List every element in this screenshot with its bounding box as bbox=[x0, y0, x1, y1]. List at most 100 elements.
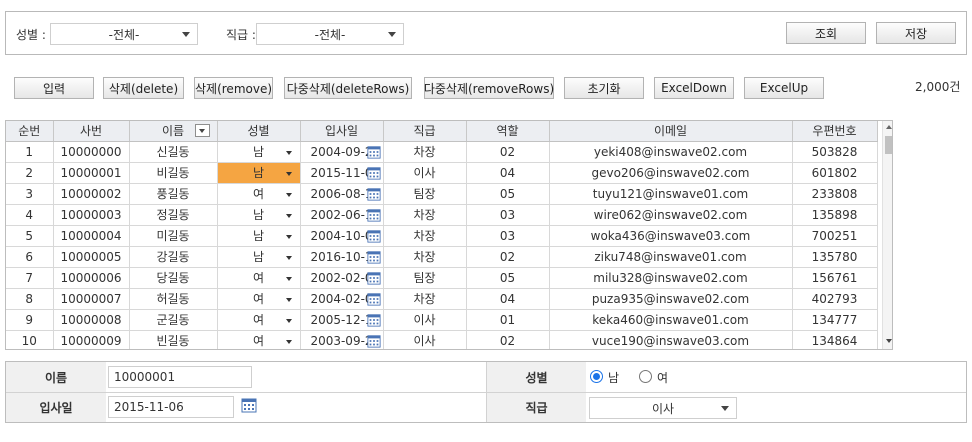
cell-role[interactable]: 01 bbox=[466, 309, 550, 331]
table-row[interactable]: 2 10000001 비길동 남 2015-11-0 이사 04 gevo206@inswav… bbox=[6, 162, 878, 184]
calendar-icon[interactable] bbox=[366, 250, 381, 264]
cell-rank[interactable]: 이사 bbox=[383, 162, 467, 184]
cell-rank[interactable]: 차장 bbox=[383, 246, 467, 268]
cell-role[interactable]: 03 bbox=[466, 204, 550, 226]
cell-name[interactable]: 빈길동 bbox=[129, 330, 218, 349]
cell-zip[interactable]: 156761 bbox=[792, 267, 878, 289]
rank-filter-select[interactable]: -전체- bbox=[256, 23, 404, 45]
cell-rank[interactable]: 차장 bbox=[383, 288, 467, 310]
table-row[interactable]: 8 10000007 허길동 여 2004-02-0 차장 04 puza935@inswav… bbox=[6, 288, 878, 310]
cell-no[interactable]: 3 bbox=[6, 183, 54, 205]
cell-emp-no[interactable]: 10000004 bbox=[53, 225, 130, 247]
cell-gender[interactable]: 여 bbox=[217, 309, 301, 331]
cell-role[interactable]: 04 bbox=[466, 288, 550, 310]
excel-up-button[interactable]: ExcelUp bbox=[744, 77, 824, 99]
cell-hired[interactable]: 2003-09-2 bbox=[300, 330, 384, 349]
cell-hired[interactable]: 2016-10-1 bbox=[300, 246, 384, 268]
cell-email[interactable]: tuyu121@inswave01.com bbox=[549, 183, 793, 205]
filter-dropdown-icon[interactable] bbox=[194, 124, 210, 137]
chevron-down-icon[interactable] bbox=[285, 213, 292, 218]
cell-rank[interactable]: 팀장 bbox=[383, 183, 467, 205]
scrollbar-thumb[interactable] bbox=[885, 136, 892, 154]
cell-email[interactable]: ziku748@inswave01.com bbox=[549, 246, 793, 268]
cell-gender[interactable]: 여 bbox=[217, 183, 301, 205]
cell-no[interactable]: 10 bbox=[6, 330, 54, 349]
hired-date-input[interactable]: 2015-11-06 bbox=[108, 396, 234, 418]
chevron-down-icon[interactable] bbox=[285, 318, 292, 323]
cell-hired[interactable]: 2004-10-0 bbox=[300, 225, 384, 247]
cell-no[interactable]: 6 bbox=[6, 246, 54, 268]
cell-role[interactable]: 02 bbox=[466, 246, 550, 268]
name-input[interactable]: 10000001 bbox=[108, 366, 252, 388]
table-row[interactable]: 5 10000004 미길동 남 2004-10-0 차장 03 woka436@inswav… bbox=[6, 225, 878, 247]
cell-name[interactable]: 미길동 bbox=[129, 225, 218, 247]
cell-hired[interactable]: 2006-08-1 bbox=[300, 183, 384, 205]
cell-rank[interactable]: 이사 bbox=[383, 330, 467, 349]
cell-gender[interactable]: 남 bbox=[217, 204, 301, 226]
gender-radio-female[interactable] bbox=[639, 370, 652, 383]
col-header-rank[interactable]: 직급 bbox=[383, 121, 467, 142]
cell-name[interactable]: 신길동 bbox=[129, 141, 218, 163]
remove-rows-button[interactable]: 다중삭제(removeRows) bbox=[424, 77, 554, 99]
calendar-icon[interactable] bbox=[366, 145, 381, 159]
cell-name[interactable]: 군길동 bbox=[129, 309, 218, 331]
table-row[interactable]: 9 10000008 군길동 여 2005-12-1 이사 01 keka460@inswav… bbox=[6, 309, 878, 331]
cell-zip[interactable]: 503828 bbox=[792, 141, 878, 163]
cell-rank[interactable]: 이사 bbox=[383, 309, 467, 331]
save-button[interactable]: 저장 bbox=[876, 22, 956, 44]
col-header-role[interactable]: 역할 bbox=[466, 121, 550, 142]
table-row[interactable]: 10 10000009 빈길동 여 2003-09-2 이사 02 vuce190@inswa… bbox=[6, 330, 878, 349]
table-row[interactable]: 1 10000000 신길동 남 2004-09-2 차장 02 yeki408@inswav… bbox=[6, 141, 878, 163]
scroll-down-icon[interactable] bbox=[886, 339, 892, 343]
cell-zip[interactable]: 135780 bbox=[792, 246, 878, 268]
delete-rows-button[interactable]: 다중삭제(deleteRows) bbox=[284, 77, 412, 99]
grid-vertical-scrollbar[interactable] bbox=[882, 121, 892, 349]
cell-role[interactable]: 02 bbox=[466, 141, 550, 163]
cell-no[interactable]: 4 bbox=[6, 204, 54, 226]
cell-emp-no[interactable]: 10000002 bbox=[53, 183, 130, 205]
cell-no[interactable]: 9 bbox=[6, 309, 54, 331]
cell-name[interactable]: 허길동 bbox=[129, 288, 218, 310]
calendar-icon[interactable] bbox=[366, 313, 381, 327]
cell-email[interactable]: yeki408@inswave02.com bbox=[549, 141, 793, 163]
table-row[interactable]: 4 10000003 정길동 남 2002-06-1 차장 03 wire062@inswav… bbox=[6, 204, 878, 226]
cell-role[interactable]: 05 bbox=[466, 183, 550, 205]
add-button[interactable]: 입력 bbox=[14, 77, 94, 99]
remove-button[interactable]: 삭제(remove) bbox=[194, 77, 273, 99]
chevron-down-icon[interactable] bbox=[285, 339, 292, 344]
cell-rank[interactable]: 차장 bbox=[383, 141, 467, 163]
cell-zip[interactable]: 233808 bbox=[792, 183, 878, 205]
chevron-down-icon[interactable] bbox=[285, 255, 292, 260]
cell-hired[interactable]: 2002-02-0 bbox=[300, 267, 384, 289]
cell-email[interactable]: woka436@inswave03.com bbox=[549, 225, 793, 247]
chevron-down-icon[interactable] bbox=[285, 276, 292, 281]
cell-zip[interactable]: 700251 bbox=[792, 225, 878, 247]
cell-gender[interactable]: 여 bbox=[217, 267, 301, 289]
cell-zip[interactable]: 135898 bbox=[792, 204, 878, 226]
cell-hired[interactable]: 2004-09-2 bbox=[300, 141, 384, 163]
cell-rank[interactable]: 팀장 bbox=[383, 267, 467, 289]
chevron-down-icon[interactable] bbox=[285, 150, 292, 155]
delete-button[interactable]: 삭제(delete) bbox=[103, 77, 184, 99]
chevron-down-icon[interactable] bbox=[285, 297, 292, 302]
cell-hired[interactable]: 2005-12-1 bbox=[300, 309, 384, 331]
calendar-icon[interactable] bbox=[366, 271, 381, 285]
chevron-down-icon[interactable] bbox=[285, 192, 292, 197]
cell-emp-no[interactable]: 10000009 bbox=[53, 330, 130, 349]
cell-gender[interactable]: 여 bbox=[217, 330, 301, 349]
cell-email[interactable]: puza935@inswave02.com bbox=[549, 288, 793, 310]
cell-email[interactable]: keka460@inswave01.com bbox=[549, 309, 793, 331]
cell-emp-no[interactable]: 10000008 bbox=[53, 309, 130, 331]
cell-emp-no[interactable]: 10000003 bbox=[53, 204, 130, 226]
col-header-name[interactable]: 이름 bbox=[129, 121, 218, 142]
cell-name[interactable]: 비길동 bbox=[129, 162, 218, 184]
cell-hired[interactable]: 2004-02-0 bbox=[300, 288, 384, 310]
cell-role[interactable]: 04 bbox=[466, 162, 550, 184]
cell-gender[interactable]: 남 bbox=[217, 162, 301, 184]
calendar-icon[interactable] bbox=[366, 229, 381, 243]
calendar-icon[interactable] bbox=[366, 187, 381, 201]
cell-emp-no[interactable]: 10000001 bbox=[53, 162, 130, 184]
col-header-gender[interactable]: 성별 bbox=[217, 121, 301, 142]
cell-role[interactable]: 02 bbox=[466, 330, 550, 349]
cell-rank[interactable]: 차장 bbox=[383, 204, 467, 226]
